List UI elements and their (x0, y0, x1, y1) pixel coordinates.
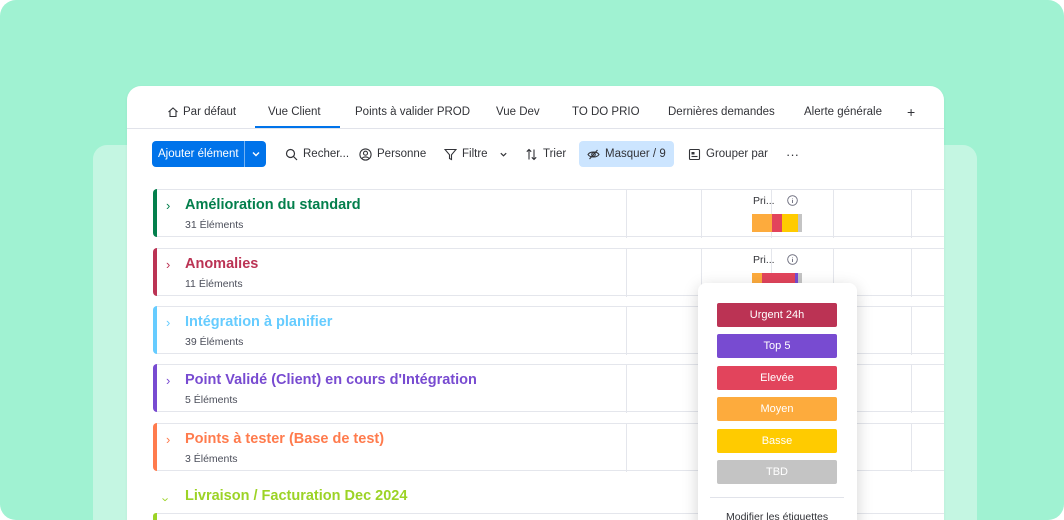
eye-hidden-icon (587, 149, 600, 159)
hide-label: Masquer / 9 (605, 148, 666, 160)
sort-icon (526, 148, 537, 160)
edit-labels-button[interactable]: Modifier les étiquettes (726, 511, 828, 520)
active-tab-indicator (255, 126, 340, 128)
tab-par-defaut[interactable]: Par défaut (167, 106, 236, 118)
priority-bar-segment (772, 214, 782, 232)
priority-bar-segment (798, 214, 802, 232)
expand-chevron-icon[interactable]: › (166, 432, 170, 447)
label-option-elevee[interactable]: Elevée (717, 366, 837, 390)
filter-label: Filtre (462, 148, 488, 160)
label-option-moyen[interactable]: Moyen (717, 397, 837, 421)
group-item-count: 39 Éléments (185, 336, 244, 348)
tab-vue-dev[interactable]: Vue Dev (496, 106, 540, 118)
tab-label: Alerte générale (804, 106, 882, 118)
search-button[interactable]: Recher... (285, 141, 349, 167)
tab-dernieres-demandes[interactable]: Dernières demandes (668, 106, 775, 118)
group-amelioration-du-standard: › Amélioration du standard 31 Éléments P… (153, 189, 944, 238)
label-option-top-5[interactable]: Top 5 (717, 334, 837, 358)
more-icon: ··· (786, 146, 799, 162)
group-title[interactable]: Amélioration du standard (185, 197, 361, 213)
priority-bar-segment (752, 214, 772, 232)
chevron-down-icon (252, 152, 259, 157)
view-tabs: Par défaut Vue Client Points à valider P… (127, 86, 944, 129)
sort-label: Trier (543, 148, 567, 160)
more-options-button[interactable]: ··· (786, 141, 799, 167)
expand-chevron-icon[interactable]: › (159, 497, 174, 501)
info-icon[interactable] (787, 254, 798, 265)
group-item-count: 5 Éléments (185, 394, 238, 406)
search-icon (285, 148, 298, 160)
group-title[interactable]: Livraison / Facturation Dec 2024 (185, 488, 407, 504)
group-title[interactable]: Points à tester (Base de test) (185, 431, 384, 447)
tab-label: Dernières demandes (668, 106, 775, 118)
sort-button[interactable]: Trier (525, 141, 566, 167)
tab-points-a-valider-prod[interactable]: Points à valider PROD (355, 106, 470, 118)
expand-chevron-icon[interactable]: › (166, 257, 170, 272)
group-by-icon (688, 148, 701, 160)
group-color-bar (153, 513, 157, 520)
person-icon (359, 147, 372, 161)
label-option-basse[interactable]: Basse (717, 429, 837, 453)
person-label: Personne (377, 148, 427, 160)
priority-summary-bar[interactable] (752, 214, 802, 232)
tab-alerte-generale[interactable]: Alerte générale (804, 106, 882, 118)
tab-label: TO DO PRIO (572, 106, 640, 118)
group-item-count: 11 Éléments (185, 278, 243, 290)
priority-column-header[interactable]: Pri... (753, 254, 775, 266)
home-icon (168, 107, 178, 118)
group-item-count: 3 Éléments (185, 453, 238, 465)
group-by-label: Grouper par (706, 148, 769, 160)
chevron-down-icon[interactable] (499, 150, 508, 159)
search-label: Recher... (303, 148, 350, 160)
group-title[interactable]: Intégration à planifier (185, 314, 332, 330)
filter-button[interactable]: Filtre (444, 141, 508, 167)
group-title[interactable]: Anomalies (185, 256, 258, 272)
expand-chevron-icon[interactable]: › (166, 315, 170, 330)
person-filter-button[interactable]: Personne (359, 141, 426, 167)
plus-icon: + (907, 104, 916, 120)
tab-vue-client[interactable]: Vue Client (268, 106, 321, 118)
add-item-button[interactable]: Ajouter élément (152, 141, 266, 167)
group-by-button[interactable]: Grouper par (688, 141, 768, 167)
add-item-dropdown-button[interactable] (244, 141, 266, 167)
dropdown-divider (710, 497, 844, 498)
tab-label: Par défaut (183, 106, 237, 118)
tab-label: Points à valider PROD (355, 106, 471, 118)
label-option-urgent-24h[interactable]: Urgent 24h (717, 303, 837, 327)
expand-chevron-icon[interactable]: › (166, 198, 170, 213)
info-icon[interactable] (787, 195, 798, 206)
expand-chevron-icon[interactable]: › (166, 373, 170, 388)
add-item-label: Ajouter élément (158, 148, 239, 160)
tab-label: Vue Dev (496, 106, 540, 118)
board-toolbar: Ajouter élément Recher... Personne Filtr… (127, 141, 944, 167)
tab-to-do-prio[interactable]: TO DO PRIO (572, 106, 640, 118)
tab-label: Vue Client (268, 106, 321, 118)
priority-column-header[interactable]: Pri... (753, 195, 775, 207)
add-view-button[interactable]: + (907, 104, 915, 120)
hide-columns-button[interactable]: Masquer / 9 (579, 141, 674, 167)
label-option-tbd[interactable]: TBD (717, 460, 837, 484)
priority-bar-segment (782, 214, 798, 232)
group-item-count: 31 Éléments (185, 219, 244, 231)
filter-icon (444, 148, 457, 160)
priority-labels-dropdown: Urgent 24h Top 5 Elevée Moyen Basse TBD … (698, 283, 857, 520)
group-title[interactable]: Point Validé (Client) en cours d'Intégra… (185, 372, 477, 388)
